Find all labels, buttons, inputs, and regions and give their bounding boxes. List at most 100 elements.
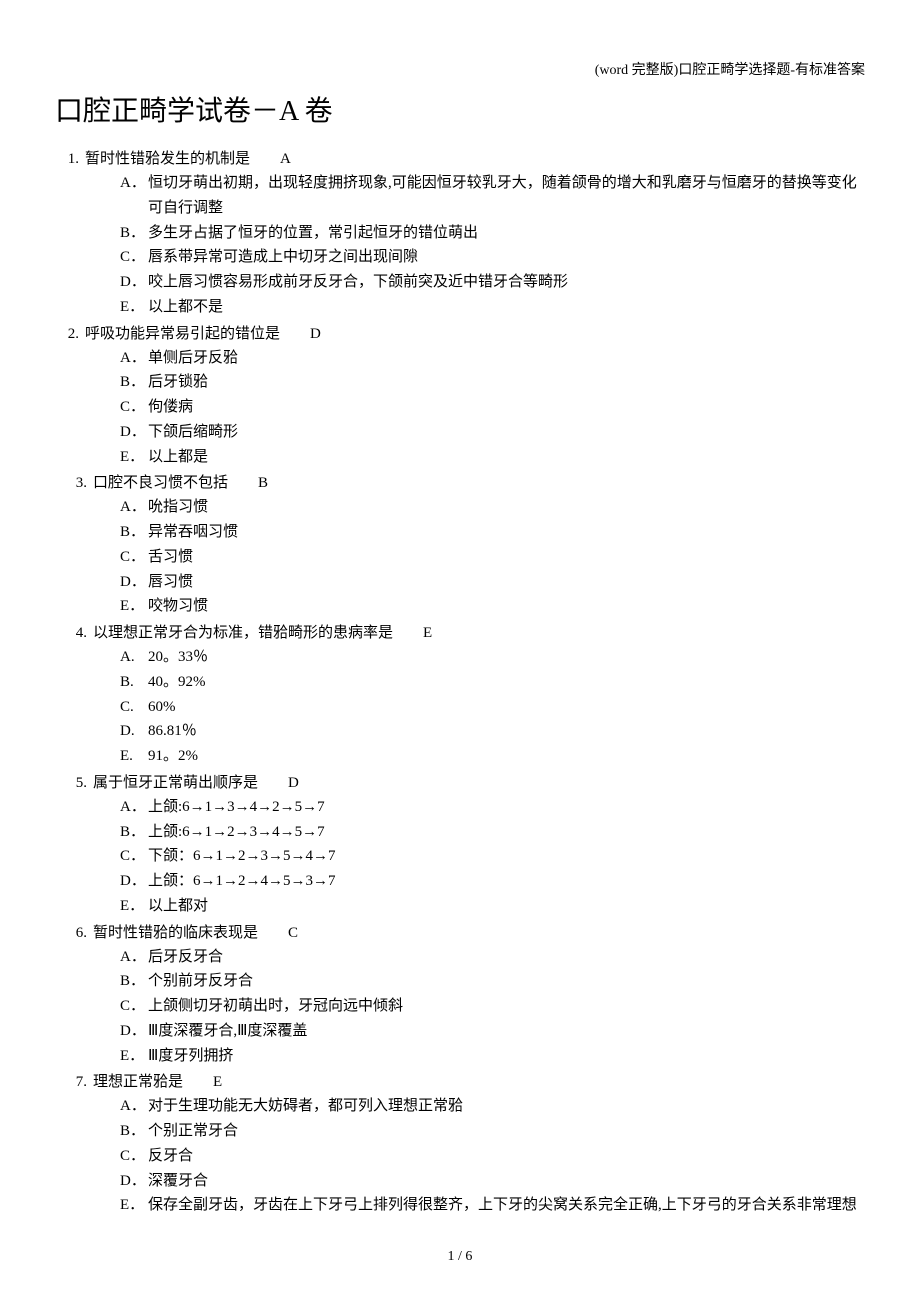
option: C．下颌：6→1→2→3→5→4→7 (120, 844, 865, 869)
option-text: 多生牙占据了恒牙的位置，常引起恒牙的错位萌出 (148, 221, 865, 246)
option-text: Ⅲ度深覆牙合,Ⅲ度深覆盖 (148, 1019, 865, 1044)
option: B．上颌:6→1→2→3→4→5→7 (120, 820, 865, 845)
question-number: 2. (55, 322, 85, 346)
option-text: 反牙合 (148, 1144, 865, 1169)
option-text: 91。2% (148, 744, 865, 769)
question-answer: D (310, 326, 321, 342)
option-text: 86.81％ (148, 719, 865, 744)
option-text: Ⅲ度牙列拥挤 (148, 1044, 865, 1069)
option-text: 40。92% (148, 670, 865, 695)
question: 1.暂时性错𬌗发生的机制是 A A．恒切牙萌出初期，出现轻度拥挤现象,可能因恒牙较乳… (55, 147, 865, 320)
option-letter: B． (120, 820, 148, 845)
option: A．上颌:6→1→3→4→2→5→7 (120, 795, 865, 820)
question-number: 5. (55, 771, 93, 795)
option-text: 恒切牙萌出初期，出现轻度拥挤现象,可能因恒牙较乳牙大，随着颌骨的增大和乳磨牙与恒… (148, 171, 865, 221)
option-letter: C． (120, 1144, 148, 1169)
option-text: 后牙锁𬌗 (148, 370, 865, 395)
question-stem: 属于恒牙正常萌出顺序是D (93, 771, 865, 795)
option: E．以上都对 (120, 894, 865, 919)
option-text: 唇系带异常可造成上中切牙之间出现间隙 (148, 245, 865, 270)
question-stem-text: 口腔不良习惯不包括 (93, 475, 228, 491)
option-text: 咬上唇习惯容易形成前牙反牙合，下颌前突及近中错牙合等畸形 (148, 270, 865, 295)
option-letter: D． (120, 869, 148, 894)
option-text: 上颌:6→1→3→4→2→5→7 (148, 795, 865, 820)
question: 2.呼吸功能异常易引起的错位是DA．单侧后牙反𬌗B．后牙锁𬌗C．佝偻病D．下颌后… (55, 322, 865, 470)
option-letter: E． (120, 295, 148, 320)
option: B．个别前牙反牙合 (120, 969, 865, 994)
question-line: 3.口腔不良习惯不包括B (55, 471, 865, 495)
question-stem-text: 理想正常𬌗是 (93, 1074, 183, 1090)
option: B．后牙锁𬌗 (120, 370, 865, 395)
question-number: 6. (55, 921, 93, 945)
question-number: 1. (55, 147, 85, 171)
option-text: 深覆牙合 (148, 1169, 865, 1194)
option-letter: D． (120, 270, 148, 295)
option: E．以上都不是 (120, 295, 865, 320)
option: E.91。2% (120, 744, 865, 769)
options-list: A．上颌:6→1→3→4→2→5→7B．上颌:6→1→2→3→4→5→7C．下颌… (55, 795, 865, 919)
question-answer: A (280, 151, 291, 167)
option-text: 60% (148, 695, 865, 720)
question: 7.理想正常𬌗是EA．对于生理功能无大妨碍者，都可列入理想正常𬌗B．个别正常牙合… (55, 1070, 865, 1218)
option-text: 下颌：6→1→2→3→5→4→7 (148, 844, 865, 869)
option-letter: B． (120, 370, 148, 395)
options-list: A．吮指习惯B．异常吞咽习惯C．舌习惯D．唇习惯E．咬物习惯 (55, 495, 865, 619)
option-letter: C． (120, 994, 148, 1019)
option-text: 以上都对 (148, 894, 865, 919)
option-text: 单侧后牙反𬌗 (148, 346, 865, 371)
option-text: 后牙反牙合 (148, 945, 865, 970)
options-list: A．恒切牙萌出初期，出现轻度拥挤现象,可能因恒牙较乳牙大，随着颌骨的增大和乳磨牙… (55, 171, 865, 320)
option-letter: B． (120, 969, 148, 994)
option-letter: B． (120, 1119, 148, 1144)
options-list: A．对于生理功能无大妨碍者，都可列入理想正常𬌗B．个别正常牙合C．反牙合D．深覆… (55, 1094, 865, 1218)
option: D．Ⅲ度深覆牙合,Ⅲ度深覆盖 (120, 1019, 865, 1044)
option-letter: A． (120, 495, 148, 520)
option-letter: A． (120, 795, 148, 820)
option-letter: D． (120, 420, 148, 445)
question-line: 5.属于恒牙正常萌出顺序是D (55, 771, 865, 795)
option: C．佝偻病 (120, 395, 865, 420)
option-text: 上颌侧切牙初萌出时，牙冠向远中倾斜 (148, 994, 865, 1019)
option-letter: B. (120, 670, 148, 695)
option: A．对于生理功能无大妨碍者，都可列入理想正常𬌗 (120, 1094, 865, 1119)
option: A．单侧后牙反𬌗 (120, 346, 865, 371)
option-text: 个别正常牙合 (148, 1119, 865, 1144)
question-stem-text: 暂时性错𬌗发生的机制是 (85, 151, 250, 167)
question-line: 2.呼吸功能异常易引起的错位是D (55, 322, 865, 346)
question-stem: 以理想正常牙合为标准，错𬌗畸形的患病率是E (93, 621, 865, 645)
question-stem: 口腔不良习惯不包括 B (93, 471, 865, 495)
question: 3.口腔不良习惯不包括BA．吮指习惯B．异常吞咽习惯C．舌习惯D．唇习惯E．咬物… (55, 471, 865, 619)
option-letter: A． (120, 346, 148, 371)
option: A．恒切牙萌出初期，出现轻度拥挤现象,可能因恒牙较乳牙大，随着颌骨的增大和乳磨牙… (120, 171, 865, 221)
option-letter: C． (120, 844, 148, 869)
option-letter: C． (120, 545, 148, 570)
option-letter: D． (120, 570, 148, 595)
question-line: 6.暂时性错𬌗的临床表现是C (55, 921, 865, 945)
page-footer: 1 / 6 (55, 1246, 865, 1268)
question-line: 1.暂时性错𬌗发生的机制是 A (55, 147, 865, 171)
option-letter: D. (120, 719, 148, 744)
question-stem-text: 暂时性错𬌗的临床表现是 (93, 925, 258, 941)
option-letter: E． (120, 1044, 148, 1069)
option: D.86.81％ (120, 719, 865, 744)
options-list: A．后牙反牙合B．个别前牙反牙合C．上颌侧切牙初萌出时，牙冠向远中倾斜D．Ⅲ度深… (55, 945, 865, 1069)
option: E．以上都是 (120, 445, 865, 470)
option: A．吮指习惯 (120, 495, 865, 520)
option-letter: A． (120, 1094, 148, 1119)
question-number: 4. (55, 621, 93, 645)
option: E．Ⅲ度牙列拥挤 (120, 1044, 865, 1069)
option: B．多生牙占据了恒牙的位置，常引起恒牙的错位萌出 (120, 221, 865, 246)
option-letter: B． (120, 221, 148, 246)
option-text: 唇习惯 (148, 570, 865, 595)
option-letter: E． (120, 894, 148, 919)
questions-list: 1.暂时性错𬌗发生的机制是AA．恒切牙萌出初期，出现轻度拥挤现象,可能因恒牙较乳… (55, 147, 865, 1218)
option-letter: D． (120, 1169, 148, 1194)
option-text: 异常吞咽习惯 (148, 520, 865, 545)
option: D．咬上唇习惯容易形成前牙反牙合，下颌前突及近中错牙合等畸形 (120, 270, 865, 295)
option: D．下颌后缩畸形 (120, 420, 865, 445)
question-answer: B (258, 475, 268, 491)
question-stem: 暂时性错𬌗的临床表现是C (93, 921, 865, 945)
option-text: 以上都是 (148, 445, 865, 470)
option-letter: C． (120, 245, 148, 270)
option-letter: C． (120, 395, 148, 420)
